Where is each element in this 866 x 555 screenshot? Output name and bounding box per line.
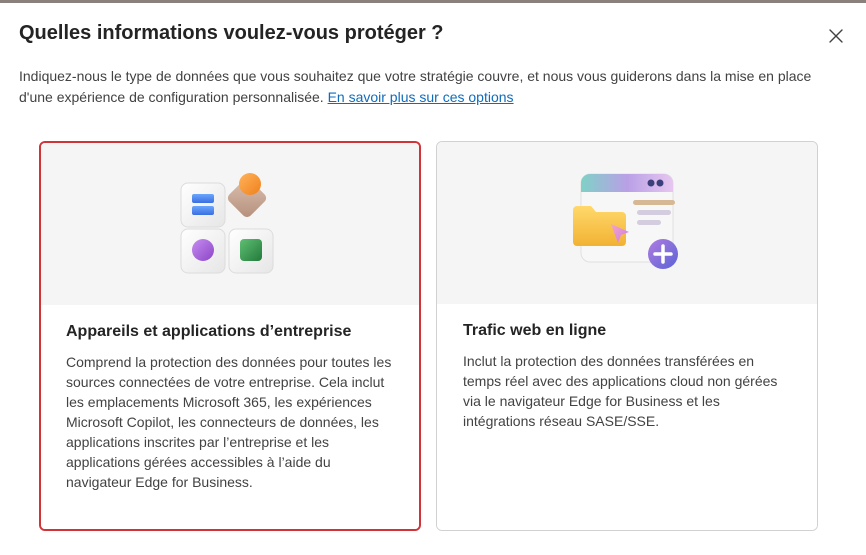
card-description: Comprend la protection des données pour … xyxy=(66,354,392,490)
card-illustration xyxy=(437,142,817,304)
card-illustration xyxy=(41,143,419,305)
card-web-traffic[interactable]: Trafic web en ligne Inclut la protection… xyxy=(436,141,818,531)
close-button[interactable] xyxy=(824,24,848,48)
apps-grid-icon xyxy=(180,173,274,274)
dialog-description: Indiquez-nous le type de données que vou… xyxy=(19,66,819,108)
card-body: Appareils et applications d’entreprise C… xyxy=(41,305,419,529)
web-browser-icon xyxy=(573,173,678,269)
protection-dialog: Quelles informations voulez-vous protége… xyxy=(0,0,866,555)
card-enterprise-apps[interactable]: Appareils et applications d’entreprise C… xyxy=(39,141,421,531)
top-border xyxy=(0,0,866,3)
card-title: Appareils et applications d’entreprise xyxy=(66,323,352,340)
card-title: Trafic web en ligne xyxy=(463,322,607,339)
card-body: Trafic web en ligne Inclut la protection… xyxy=(437,304,817,530)
close-icon xyxy=(829,29,843,43)
learn-more-link[interactable]: En savoir plus sur ces options xyxy=(328,89,514,105)
dialog-title: Quelles informations voulez-vous protége… xyxy=(19,22,444,44)
card-description: Inclut la protection des données transfé… xyxy=(463,353,778,429)
